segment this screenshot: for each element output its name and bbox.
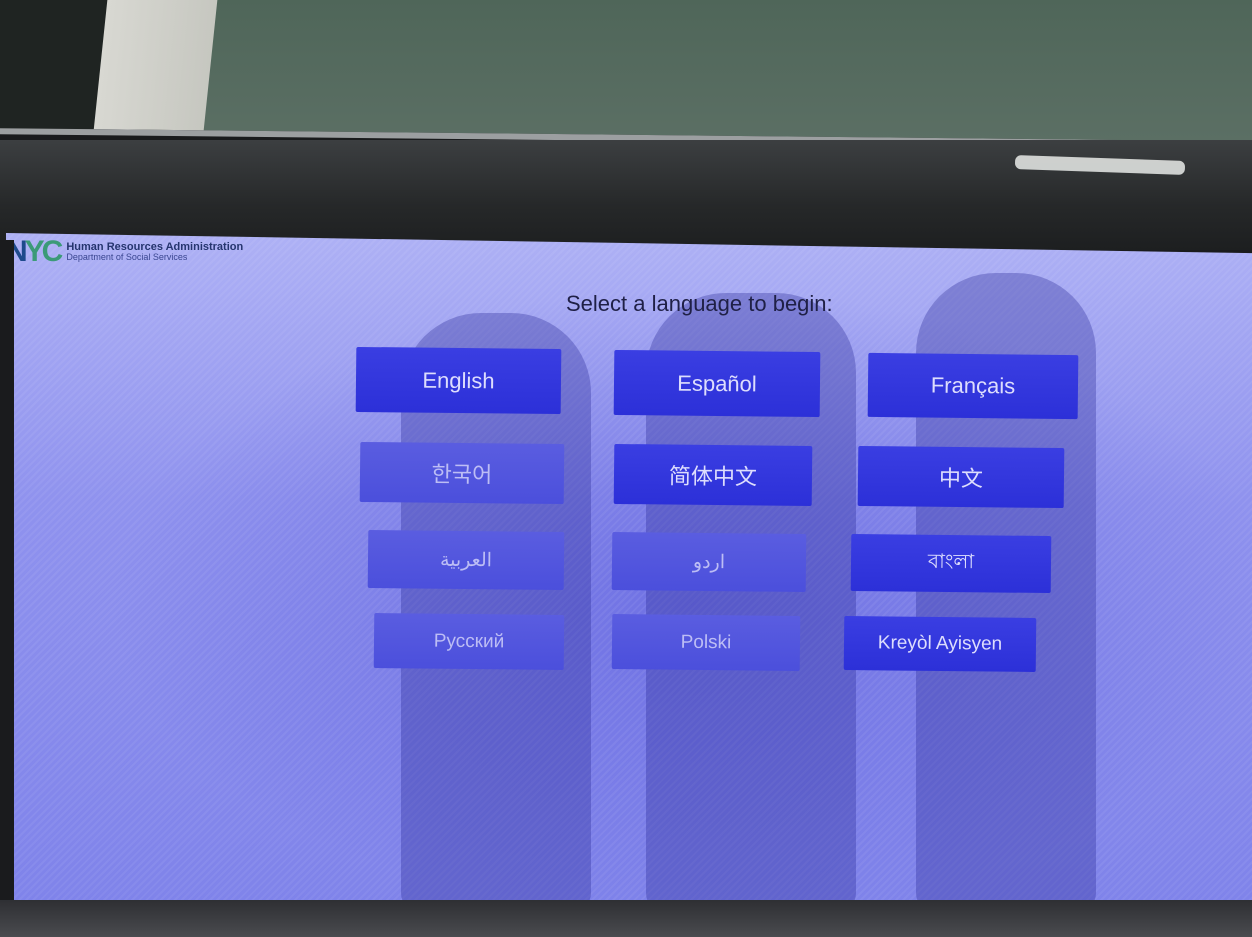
language-button-espanol[interactable]: Español bbox=[613, 349, 821, 418]
door-frame bbox=[92, 0, 218, 140]
org-department: Department of Social Services bbox=[66, 252, 188, 263]
nyc-logo: N YC bbox=[6, 235, 64, 268]
language-button-haitian-creole[interactable]: Kreyòl Ayisyen bbox=[843, 615, 1037, 673]
photo-scene: N YC Human Resources Administration Depa… bbox=[0, 0, 1252, 937]
language-button-bengali[interactable]: বাংলা bbox=[850, 533, 1052, 594]
language-button-urdu[interactable]: اردو bbox=[611, 531, 807, 593]
app-header: N YC Human Resources Administration Depa… bbox=[6, 237, 243, 267]
language-button-simplified-chinese[interactable]: 简体中文 bbox=[613, 443, 813, 507]
organization: Human Resources Administration Departmen… bbox=[66, 241, 243, 263]
language-button-francais[interactable]: Français bbox=[867, 352, 1079, 420]
kiosk-screen: N YC Human Resources Administration Depa… bbox=[6, 233, 1252, 905]
language-button-russian[interactable]: Русский bbox=[373, 613, 565, 670]
language-button-english[interactable]: English bbox=[355, 346, 562, 415]
language-button-arabic[interactable]: العربية bbox=[367, 529, 565, 591]
monitor-bezel-left bbox=[0, 240, 14, 937]
language-prompt: Select a language to begin: bbox=[566, 291, 833, 316]
nyc-logo-yc: YC bbox=[24, 235, 64, 268]
language-button-polish[interactable]: Polski bbox=[611, 614, 801, 671]
language-button-korean[interactable]: 한국어 bbox=[359, 441, 565, 505]
language-button-chinese[interactable]: 中文 bbox=[857, 445, 1065, 509]
monitor-bezel-bottom bbox=[0, 900, 1252, 937]
dark-corner bbox=[0, 0, 110, 140]
